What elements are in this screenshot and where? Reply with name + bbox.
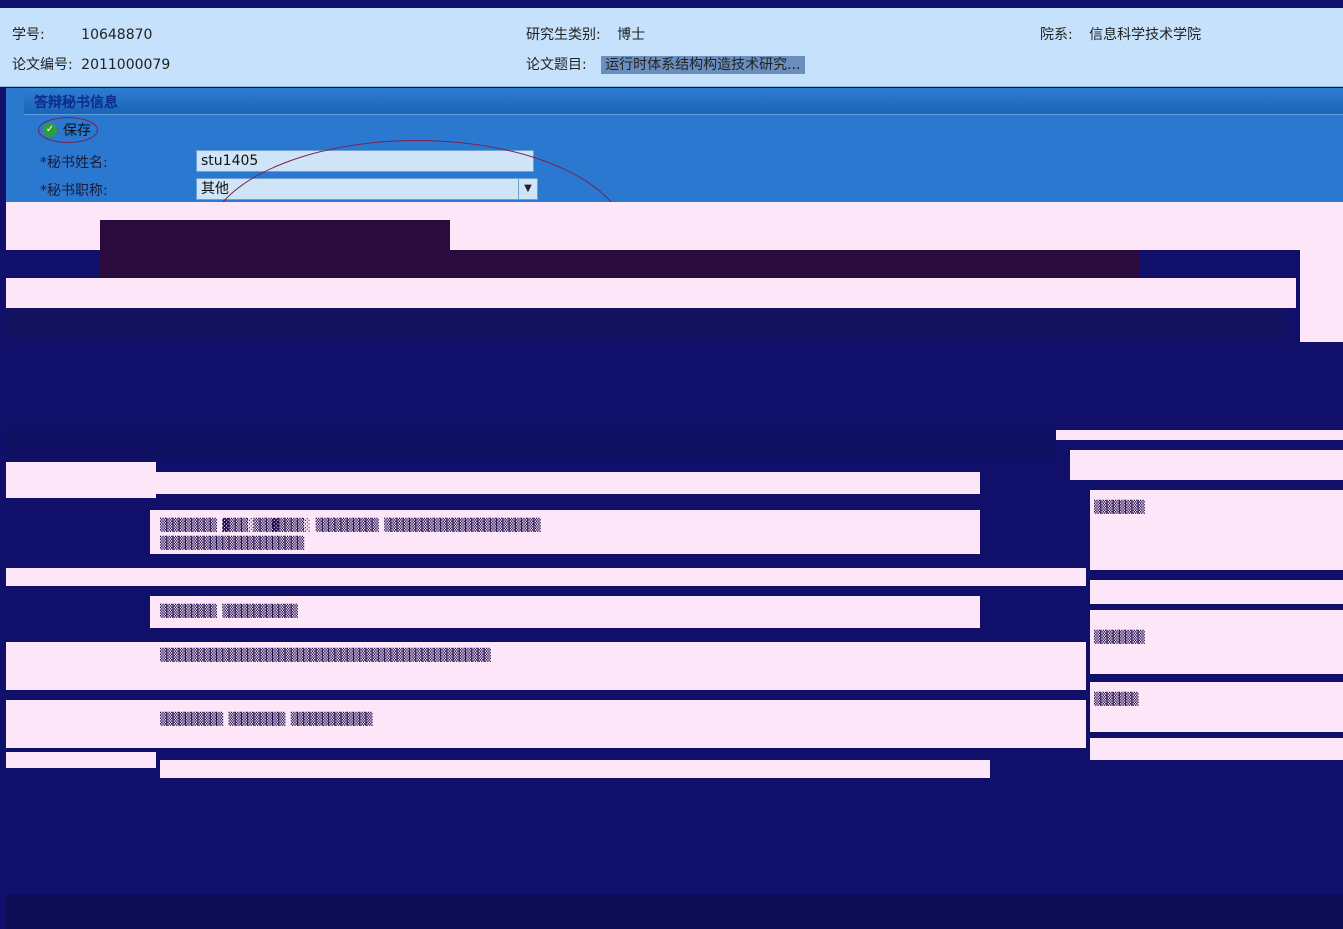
glitch-band [1056, 430, 1343, 440]
glitch-noise: ▒▒▒▒▒▒▒▒▒ ▒▒▒▒▒▒▒▒▒▒▒▒ [160, 604, 298, 618]
glitch-band [160, 760, 990, 778]
department: 院系: 信息科学技术学院 [1040, 24, 1201, 44]
secretary-rank-value: 其他 [201, 181, 229, 197]
secretary-name-row: *秘书姓名: stu1405 [24, 146, 1343, 174]
glitch-band [6, 895, 1343, 929]
check-circle-icon: ✓ [43, 123, 57, 137]
glitch-noise: ▒▒▒▒▒▒▒▒▒▒▒▒▒▒▒▒▒▒▒▒▒▒▒ [160, 536, 304, 550]
glitch-noise: ▒▒▒▒▒▒▒▒ [1094, 500, 1145, 514]
panel-sidebar [6, 88, 24, 202]
glitch-band [140, 472, 980, 494]
student-id-value: 10648870 [81, 27, 153, 43]
glitch-noise: ▒▒▒▒▒▒▒▒ [1094, 630, 1145, 644]
student-info-bar: 学号: 10648870 研究生类别: 博士 院系: 信息科学技术学院 论文编号… [0, 8, 1343, 87]
glitch-band [6, 202, 1343, 220]
secretary-rank-row: *秘书职称: 其他 ▼ [24, 174, 1343, 202]
glitch-noise: ▒▒▒▒▒▒▒▒▒ ▓▒▒▒░▒▒▒▓▒▒▒▒░ ▒▒▒▒▒▒▒▒▒▒ ▒▒▒▒… [160, 518, 541, 532]
panel-toolbar: ✓ 保存 [24, 114, 1343, 147]
student-category: 研究生类别: 博士 [526, 24, 645, 44]
category-label: 研究生类别: [526, 27, 601, 43]
thesis-no-label: 论文编号: [12, 57, 73, 73]
glitch-band [6, 568, 1086, 586]
thesis-number: 论文编号: 2011000079 [12, 54, 170, 74]
glitch-band [6, 430, 1056, 460]
glitch-band [1090, 738, 1343, 760]
glitch-band [1090, 682, 1343, 732]
glitch-noise: ▒▒▒▒▒▒▒▒▒▒▒▒▒▒▒▒▒▒▒▒▒▒▒▒▒▒▒▒▒▒▒▒▒▒▒▒▒▒▒▒… [160, 648, 491, 662]
dept-value: 信息科学技术学院 [1089, 27, 1202, 43]
student-id-label: 学号: [12, 27, 45, 43]
glitch-band [6, 308, 1286, 338]
panel-title: 答辩秘书信息 [34, 95, 118, 111]
thesis-title-value: 运行时体系结构构造技术研究... [601, 56, 805, 74]
glitch-band [1070, 450, 1343, 480]
glitch-band [450, 250, 1140, 278]
thesis-no-value: 2011000079 [81, 57, 171, 73]
glitch-band [6, 278, 1296, 308]
secretary-name-label: *秘书姓名: [40, 155, 108, 171]
thesis-title: 论文题目: 运行时体系结构构造技术研究... [526, 54, 805, 74]
save-button[interactable]: ✓ 保存 [38, 117, 98, 143]
glitch-band [6, 752, 156, 768]
glitch-noise: ▒▒▒▒▒▒▒ [1094, 692, 1139, 706]
secretary-panel: 答辩秘书信息 ✓ 保存 *秘书姓名: stu1405 *秘书职称: 其他 ▼ [6, 88, 1343, 202]
glitch-band [6, 462, 156, 498]
panel-header: 答辩秘书信息 [24, 88, 1343, 114]
glitch-noise: ▒▒▒▒▒▒▒▒▒▒ ▒▒▒▒▒▒▒▒▒ ▒▒▒▒▒▒▒▒▒▒▒▒▒ [160, 712, 373, 726]
student-id: 学号: 10648870 [12, 24, 152, 44]
save-label: 保存 [63, 123, 91, 139]
secretary-rank-label: *秘书职称: [40, 183, 108, 199]
category-value: 博士 [617, 27, 646, 43]
glitch-band [1090, 580, 1343, 604]
dept-label: 院系: [1040, 27, 1073, 43]
glitch-band [1300, 202, 1343, 342]
thesis-title-label: 论文题目: [526, 57, 587, 73]
